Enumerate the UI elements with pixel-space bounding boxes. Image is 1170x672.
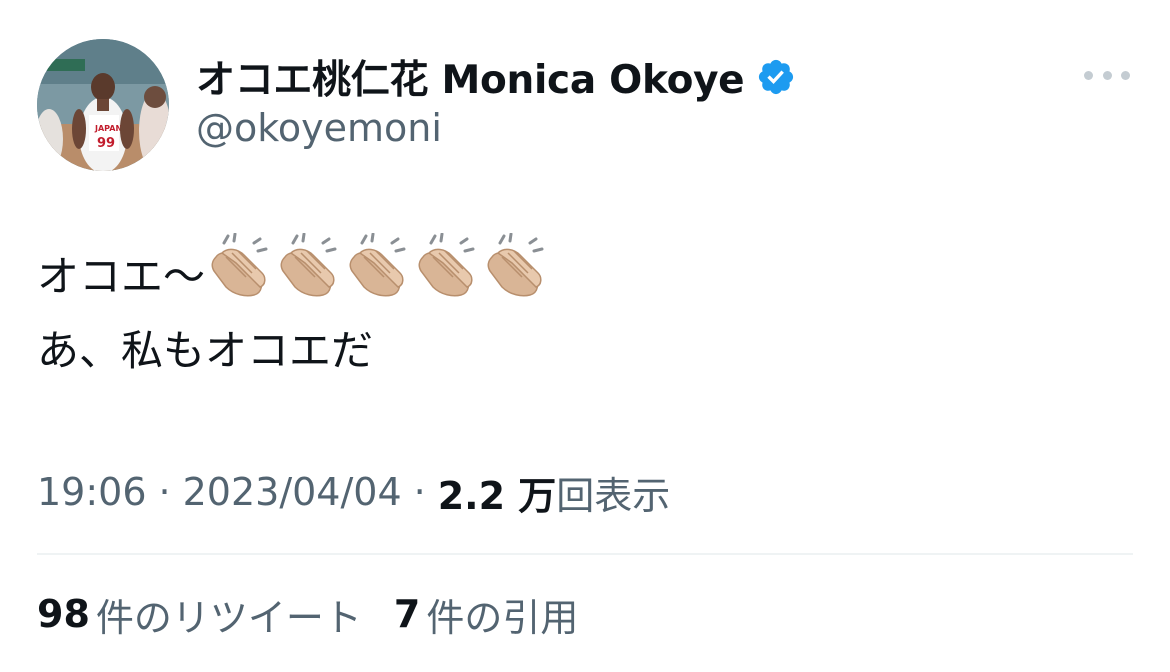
retweets-label[interactable]: 件のリツイート <box>96 587 362 642</box>
clapping-hands-icon <box>482 232 550 299</box>
tweet-date[interactable]: 2023/04/04 <box>183 470 402 514</box>
tweet-card: JAPAN 99 オコエ桃仁花 Monica Okoye @okoyemoni … <box>0 0 1170 672</box>
tweet-line-1: オコエ〜 <box>37 232 550 314</box>
tweet-text: オコエ〜 あ、私もオコエだ <box>37 232 550 388</box>
svg-text:99: 99 <box>97 136 115 151</box>
tweet-line-2: あ、私もオコエだ <box>37 314 550 388</box>
tweet-time[interactable]: 19:06 <box>37 470 147 514</box>
clapping-hands-icon <box>275 232 343 299</box>
user-handle[interactable]: @okoyemoni <box>196 106 442 150</box>
more-options-icon[interactable] <box>1084 63 1130 87</box>
display-name[interactable]: オコエ桃仁花 Monica Okoye <box>196 49 745 105</box>
clap-emoji-row <box>205 232 550 322</box>
retweets-count[interactable]: 98 <box>37 592 90 636</box>
views-label: 回表示 <box>556 473 671 518</box>
clapping-hands-icon <box>413 232 481 299</box>
tweet-stats: 98 件のリツイート 7 件の引用 <box>37 588 578 640</box>
clapping-hands-icon <box>344 232 412 299</box>
quotes-count[interactable]: 7 <box>394 592 420 636</box>
tweet-meta: 19:06 · 2023/04/04 · 2.2 万 回表示 <box>37 466 670 518</box>
svg-text:JAPAN: JAPAN <box>94 124 122 133</box>
tweet-line-2-text: あ、私もオコエだ <box>37 326 374 375</box>
clapping-hands-icon <box>206 232 274 299</box>
meta-separator: · <box>158 470 171 514</box>
meta-separator: · <box>413 470 426 514</box>
divider <box>37 553 1133 555</box>
dot <box>1084 70 1093 80</box>
quotes-label[interactable]: 件の引用 <box>426 587 578 642</box>
avatar[interactable]: JAPAN 99 <box>37 39 169 171</box>
verified-badge-icon <box>756 57 796 97</box>
views-count[interactable]: 2.2 万 <box>438 465 557 520</box>
tweet-line-1-text: オコエ〜 <box>37 252 206 301</box>
name-row: オコエ桃仁花 Monica Okoye <box>196 50 796 104</box>
dot <box>1102 70 1112 80</box>
dot <box>1121 70 1130 80</box>
